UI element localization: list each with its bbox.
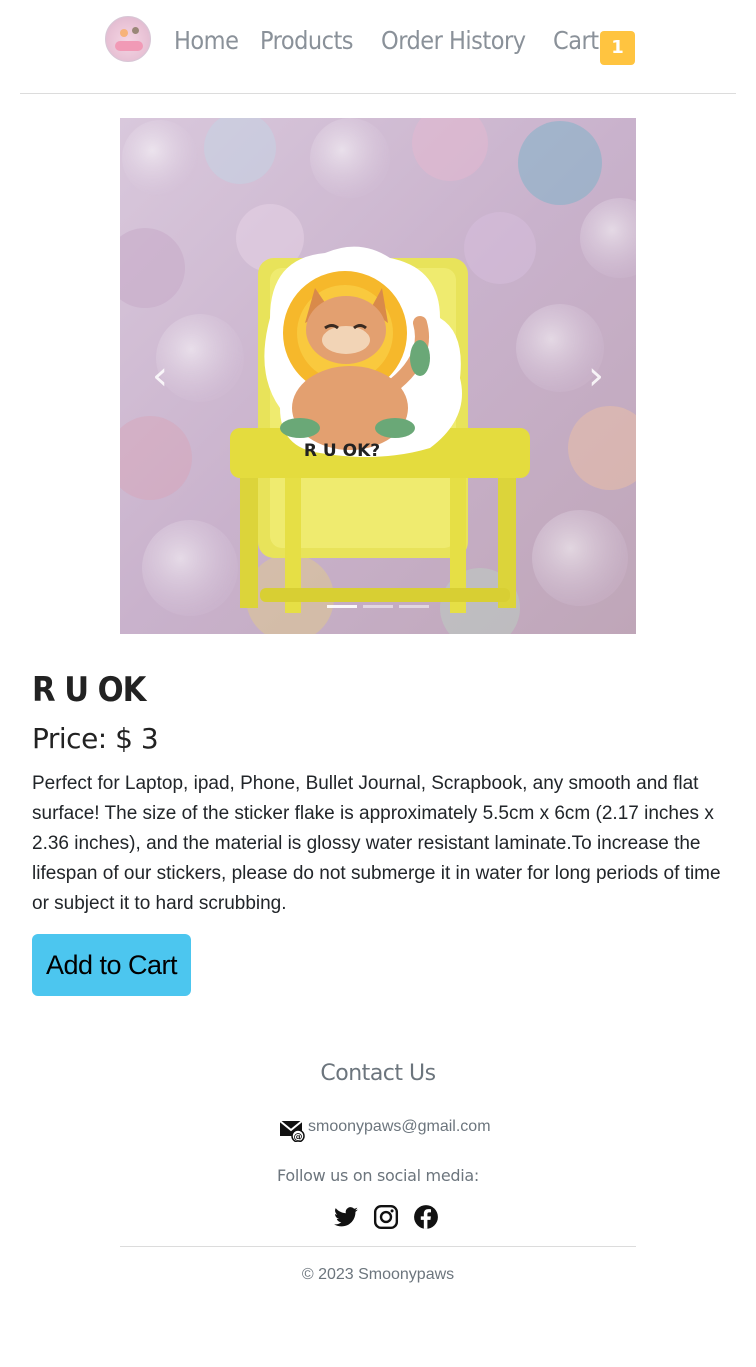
nav-cart-link[interactable]: Cart: [553, 26, 599, 55]
sticker-text: R U OK?: [304, 441, 380, 461]
carousel-next-button[interactable]: ›: [576, 348, 616, 404]
copyright-text: © 2023 Smoonypaws: [301, 1266, 455, 1283]
carousel-indicator[interactable]: [327, 605, 357, 608]
cart-count-badge[interactable]: 1: [600, 31, 635, 65]
carousel-indicator[interactable]: [363, 605, 393, 608]
price-value: $ 3: [115, 722, 159, 755]
product-photo: R U OK?: [120, 118, 636, 634]
nav-products-link[interactable]: Products: [260, 26, 354, 55]
price-label: Price:: [32, 722, 107, 755]
email-icon: @: [279, 1120, 305, 1142]
brand-logo[interactable]: [105, 16, 151, 62]
product-title: R U OK: [32, 670, 146, 710]
nav-home-link[interactable]: Home: [174, 26, 239, 55]
twitter-icon[interactable]: [333, 1204, 359, 1230]
facebook-icon[interactable]: [413, 1204, 439, 1230]
product-image-carousel[interactable]: R U OK? ‹ ›: [120, 118, 636, 634]
follow-text: Follow us on social media:: [277, 1166, 479, 1185]
instagram-icon[interactable]: [373, 1204, 399, 1230]
logo-decoration: [132, 27, 139, 34]
carousel-indicator[interactable]: [399, 605, 429, 608]
nav-divider: [20, 93, 736, 94]
product-description: Perfect for Laptop, ipad, Phone, Bullet …: [32, 773, 721, 914]
email-link[interactable]: smoonypaws@gmail.com: [308, 1118, 491, 1136]
product-price: Price: $ 3: [32, 722, 159, 755]
svg-text:@: @: [294, 1133, 303, 1143]
contact-heading: Contact Us: [320, 1061, 436, 1086]
footer-divider: [120, 1246, 636, 1247]
logo-badge: [115, 41, 143, 51]
carousel-prev-button[interactable]: ‹: [140, 348, 180, 404]
navbar: Home Products Order History Cart 1: [0, 0, 756, 94]
logo-decoration: [120, 29, 128, 37]
add-to-cart-button[interactable]: Add to Cart: [32, 934, 191, 996]
nav-order-history-link[interactable]: Order History: [381, 26, 526, 55]
